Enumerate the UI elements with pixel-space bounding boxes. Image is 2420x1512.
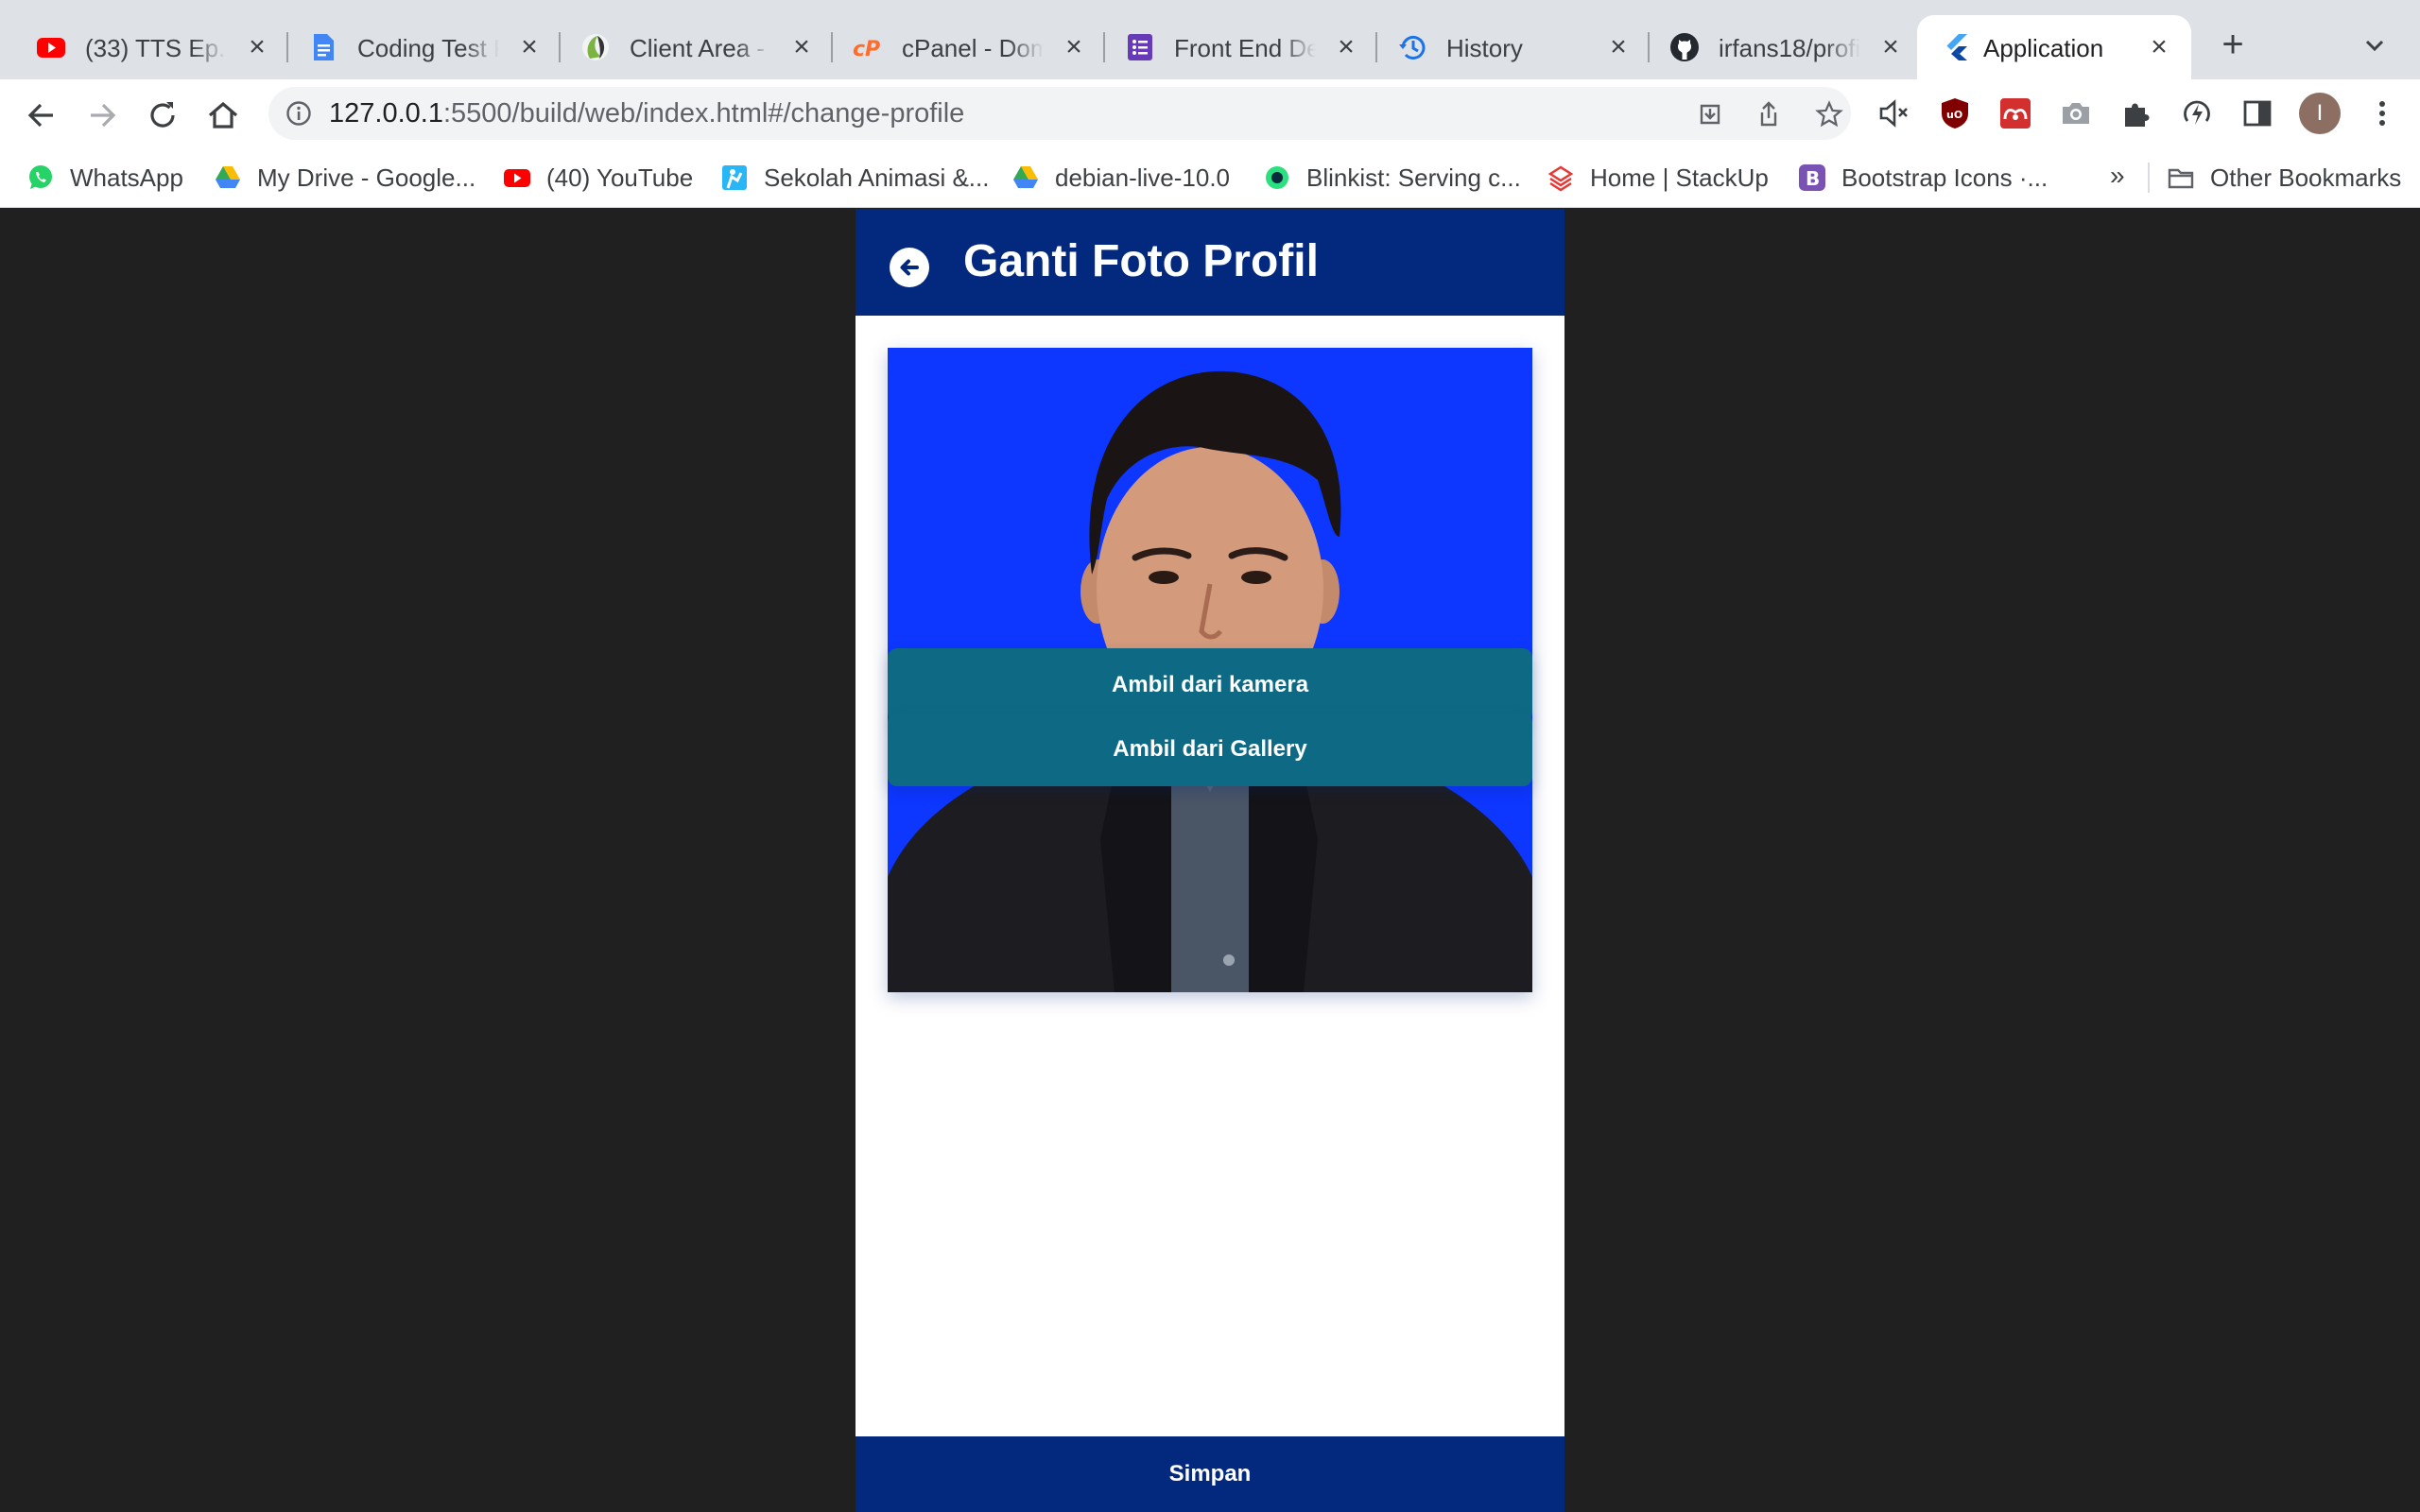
browser-toolbar: 127.0.0.1:5500/build/web/index.html#/cha… — [0, 79, 2420, 147]
bootstrap-icon: B — [1799, 164, 1825, 191]
svg-text:B: B — [1806, 167, 1820, 190]
google-drive-icon — [216, 166, 240, 188]
take-from-gallery-button[interactable]: Ambil dari Gallery — [888, 713, 1532, 786]
flutter-icon — [1946, 34, 1967, 60]
mute-tab-icon[interactable] — [1877, 96, 1911, 130]
page-viewport: Ganti Foto Profil Ambil dari kamera Ambi… — [0, 209, 2420, 1512]
close-icon[interactable]: × — [1059, 32, 1089, 62]
back-arrow-icon[interactable] — [23, 96, 60, 134]
other-bookmarks-folder[interactable]: Other Bookmarks — [2167, 159, 2401, 197]
tab-title: Coding Test Fr — [357, 34, 499, 62]
github-icon — [1670, 33, 1699, 61]
svg-text:cP: cP — [853, 38, 880, 61]
stackup-icon — [1547, 165, 1574, 192]
forward-arrow-icon[interactable] — [83, 96, 121, 134]
install-app-icon[interactable] — [1696, 100, 1724, 129]
close-icon[interactable]: × — [786, 32, 817, 62]
side-panel-icon[interactable] — [2240, 96, 2274, 130]
sekolah-animasi-icon — [722, 165, 747, 190]
url-text[interactable]: 127.0.0.1:5500/build/web/index.html#/cha… — [329, 96, 964, 130]
extensions-puzzle-icon[interactable] — [2119, 96, 2153, 130]
browser-tab-active[interactable]: Application × — [1917, 15, 2191, 79]
tab-title: cPanel - Doma — [902, 34, 1044, 62]
performance-icon[interactable] — [2180, 96, 2214, 130]
info-icon[interactable] — [285, 100, 312, 127]
back-button[interactable] — [890, 248, 929, 287]
browser-tab-strip: (33) TTS Ep. 1 × Coding Test Fr × Client… — [0, 0, 2420, 79]
close-icon[interactable]: × — [1876, 32, 1906, 62]
browser-tab[interactable]: (33) TTS Ep. 1 × — [0, 15, 271, 79]
bookmark-debian-live[interactable]: debian-live-10.0 — [1011, 159, 1230, 197]
youtube-icon — [504, 169, 530, 187]
save-button[interactable]: Simpan — [856, 1436, 1564, 1512]
tab-title: Front End Dev — [1174, 34, 1316, 62]
close-icon[interactable]: × — [1603, 32, 1634, 62]
bookmark-youtube[interactable]: (40) YouTube — [503, 159, 693, 197]
browser-tab[interactable]: History × — [1361, 15, 1634, 79]
take-from-camera-button[interactable]: Ambil dari kamera — [888, 648, 1532, 722]
camera-icon[interactable] — [2059, 96, 2093, 130]
bookmarks-divider — [2148, 163, 2150, 193]
client-area-icon — [582, 34, 609, 60]
browser-tab[interactable]: irfans18/profil × — [1634, 15, 1906, 79]
bookmark-blinkist[interactable]: Blinkist: Serving c... — [1263, 159, 1521, 197]
close-icon[interactable]: × — [1331, 32, 1361, 62]
home-icon[interactable] — [204, 96, 242, 134]
arrow-left-icon — [900, 259, 919, 276]
close-icon[interactable]: × — [2144, 32, 2174, 62]
kebab-menu-icon[interactable] — [2365, 96, 2399, 130]
profile-avatar[interactable]: I — [2299, 93, 2341, 134]
browser-tab[interactable]: cP cPanel - Doma × — [817, 15, 1089, 79]
bookmark-star-icon[interactable] — [1815, 100, 1843, 129]
bookmarks-bar: WhatsApp My Drive - Google... (40) YouTu… — [0, 147, 2420, 208]
flutter-app-frame: Ganti Foto Profil Ambil dari kamera Ambi… — [856, 209, 1564, 1512]
browser-tab[interactable]: Coding Test Fr × — [272, 15, 544, 79]
svg-text:uO: uO — [1946, 109, 1962, 121]
tab-title: History — [1446, 34, 1523, 62]
tab-title: Client Area - D — [630, 34, 771, 62]
google-docs-icon — [314, 34, 334, 60]
browser-tab[interactable]: Front End Dev × — [1089, 15, 1361, 79]
app-bar: Ganti Foto Profil — [856, 209, 1564, 316]
close-icon[interactable]: × — [242, 32, 272, 62]
bookmark-bootstrap-icons[interactable]: B Bootstrap Icons ·... — [1798, 159, 2048, 197]
folder-icon — [2168, 168, 2194, 189]
bookmarks-overflow-chevron[interactable]: » — [2110, 161, 2125, 191]
tab-title: irfans18/profil — [1719, 34, 1860, 62]
google-drive-icon — [1013, 166, 1038, 188]
close-icon[interactable]: × — [514, 32, 544, 62]
whatsapp-icon — [29, 165, 52, 189]
reload-icon[interactable] — [144, 96, 182, 134]
bookmark-my-drive[interactable]: My Drive - Google... — [214, 159, 475, 197]
bookmark-sekolah-animasi[interactable]: Sekolah Animasi &... — [720, 159, 989, 197]
browser-tab[interactable]: Client Area - D × — [544, 15, 817, 79]
tab-title: Application — [1983, 34, 2104, 62]
google-forms-icon — [1128, 34, 1152, 60]
share-icon[interactable] — [1754, 100, 1783, 129]
blinkist-icon — [1266, 166, 1288, 189]
tab-search-chevron-icon[interactable] — [2360, 30, 2390, 60]
ublock-origin-icon[interactable]: uO — [1938, 96, 1972, 130]
youtube-icon — [37, 38, 65, 58]
cpanel-icon: cP — [853, 38, 880, 61]
history-icon — [1399, 35, 1426, 60]
new-tab-button[interactable]: + — [2214, 26, 2252, 64]
bookmark-stackup[interactable]: Home | StackUp — [1547, 159, 1769, 197]
bookmark-whatsapp[interactable]: WhatsApp — [26, 159, 183, 197]
address-bar[interactable]: 127.0.0.1:5500/build/web/index.html#/cha… — [268, 87, 1851, 140]
mendeley-icon[interactable] — [1998, 96, 2032, 130]
page-title: Ganti Foto Profil — [963, 236, 1319, 286]
tab-title: (33) TTS Ep. 1 — [85, 34, 227, 62]
